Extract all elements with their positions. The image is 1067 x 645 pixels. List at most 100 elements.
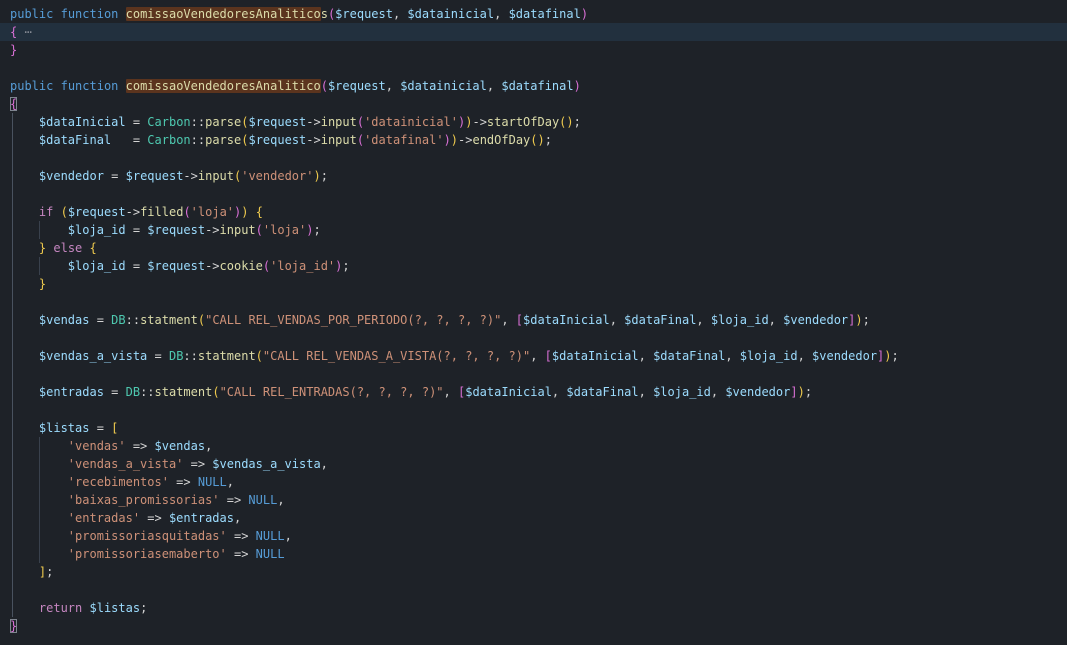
code-token: ( — [357, 115, 364, 129]
code-line[interactable]: $dataInicial = Carbon::parse($request->i… — [0, 113, 1067, 131]
code-token: ( — [357, 133, 364, 147]
code-token: -> — [472, 115, 486, 129]
code-line[interactable]: $dataFinal = Carbon::parse($request->inp… — [0, 131, 1067, 149]
code-line[interactable]: $loja_id = $request->cookie('loja_id'); — [0, 257, 1067, 275]
code-line[interactable]: 'recebimentos' => NULL, — [0, 473, 1067, 491]
code-line[interactable] — [0, 581, 1067, 599]
code-line[interactable]: 'vendas_a_vista' => $vendas_a_vista, — [0, 455, 1067, 473]
code-line[interactable]: $vendedor = $request->input('vendedor'); — [0, 167, 1067, 185]
code-token: "CALL REL_VENDAS_A_VISTA(?, ?, ?, ?)" — [263, 349, 530, 363]
code-token: $datafinal — [501, 79, 573, 93]
code-token: Carbon — [147, 115, 190, 129]
code-area[interactable]: public function comissaoVendedoresAnalit… — [0, 5, 1067, 635]
code-token: ( — [256, 223, 263, 237]
code-line[interactable]: 'promissoriasquitadas' => NULL, — [0, 527, 1067, 545]
code-token: ; — [805, 385, 812, 399]
code-line[interactable]: ]; — [0, 563, 1067, 581]
code-token: NULL — [198, 475, 227, 489]
code-token — [53, 79, 60, 93]
fold-ellipsis-icon[interactable]: ⋯ — [24, 25, 31, 39]
code-token: return — [39, 601, 82, 615]
code-line[interactable]: public function comissaoVendedoresAnalit… — [0, 77, 1067, 95]
code-token: $loja_id — [653, 385, 711, 399]
code-line[interactable]: } — [0, 41, 1067, 59]
code-token — [10, 223, 68, 237]
code-line[interactable]: if ($request->filled('loja')) { — [0, 203, 1067, 221]
code-line[interactable] — [0, 401, 1067, 419]
code-token — [10, 277, 39, 291]
code-token: if — [39, 205, 53, 219]
code-line[interactable]: 'promissoriasemaberto' => NULL — [0, 545, 1067, 563]
code-token: ; — [140, 601, 147, 615]
code-token — [249, 205, 256, 219]
code-token — [10, 529, 68, 543]
code-token: $request — [335, 7, 393, 21]
code-token: input — [220, 223, 256, 237]
code-token: ; — [321, 169, 328, 183]
code-token: ) — [451, 133, 458, 147]
code-token: ; — [313, 223, 320, 237]
code-token: $dataFinal — [624, 313, 696, 327]
code-line[interactable]: $loja_id = $request->input('loja'); — [0, 221, 1067, 239]
code-line[interactable] — [0, 293, 1067, 311]
code-token: input — [321, 133, 357, 147]
code-token: $vendedor — [725, 385, 790, 399]
code-line[interactable] — [0, 365, 1067, 383]
code-line[interactable]: { — [0, 95, 1067, 113]
code-line[interactable]: 'baixas_promissorias' => NULL, — [0, 491, 1067, 509]
code-token: :: — [140, 385, 154, 399]
code-line[interactable]: $vendas = DB::statment("CALL REL_VENDAS_… — [0, 311, 1067, 329]
code-line[interactable] — [0, 149, 1067, 167]
code-line[interactable]: } — [0, 617, 1067, 635]
code-line[interactable] — [0, 329, 1067, 347]
code-token: $dataInicial — [523, 313, 610, 327]
code-token: , — [639, 349, 653, 363]
code-token — [10, 511, 68, 525]
code-token — [10, 133, 39, 147]
code-token: -> — [306, 115, 320, 129]
code-editor[interactable]: public function comissaoVendedoresAnalit… — [0, 0, 1067, 645]
code-token: input — [321, 115, 357, 129]
code-token: $vendas — [39, 313, 90, 327]
code-token: $vendas_a_vista — [212, 457, 320, 471]
code-token: = — [89, 313, 111, 327]
code-token: = — [89, 421, 111, 435]
code-token — [10, 169, 39, 183]
code-token: , — [530, 349, 544, 363]
code-line-folded[interactable]: { ⋯ — [0, 23, 1067, 41]
code-line[interactable]: 'vendas' => $vendas, — [0, 437, 1067, 455]
code-token: 'loja' — [191, 205, 234, 219]
code-line[interactable]: public function comissaoVendedoresAnalit… — [0, 5, 1067, 23]
code-line[interactable]: $entradas = DB::statment("CALL REL_ENTRA… — [0, 383, 1067, 401]
code-token: ; — [46, 565, 53, 579]
code-line[interactable]: return $listas; — [0, 599, 1067, 617]
code-line[interactable]: $vendas_a_vista = DB::statment("CALL REL… — [0, 347, 1067, 365]
code-token — [10, 313, 39, 327]
code-token: $dataInicial — [465, 385, 552, 399]
code-token: statment — [155, 385, 213, 399]
code-token: { — [256, 205, 263, 219]
code-line[interactable]: 'entradas' => $entradas, — [0, 509, 1067, 527]
code-token: $entradas — [39, 385, 104, 399]
code-line[interactable]: } else { — [0, 239, 1067, 257]
code-line[interactable] — [0, 185, 1067, 203]
code-token: 'vendas' — [68, 439, 126, 453]
code-token: $vendas — [155, 439, 206, 453]
code-token: ) — [574, 79, 581, 93]
code-token: startOfDay — [487, 115, 559, 129]
code-token: ( — [321, 79, 328, 93]
code-token: { — [90, 241, 97, 255]
code-line[interactable]: $listas = [ — [0, 419, 1067, 437]
code-token — [10, 565, 39, 579]
code-line[interactable] — [0, 59, 1067, 77]
code-token: , — [285, 529, 292, 543]
matched-bracket: } — [10, 619, 17, 633]
code-token: ] — [790, 385, 797, 399]
code-token: $vendedor — [783, 313, 848, 327]
code-token: , — [711, 385, 725, 399]
code-token: $vendas_a_vista — [39, 349, 147, 363]
code-token: , — [234, 511, 241, 525]
code-line[interactable]: } — [0, 275, 1067, 293]
code-token: DB — [169, 349, 183, 363]
code-token: , — [639, 385, 653, 399]
